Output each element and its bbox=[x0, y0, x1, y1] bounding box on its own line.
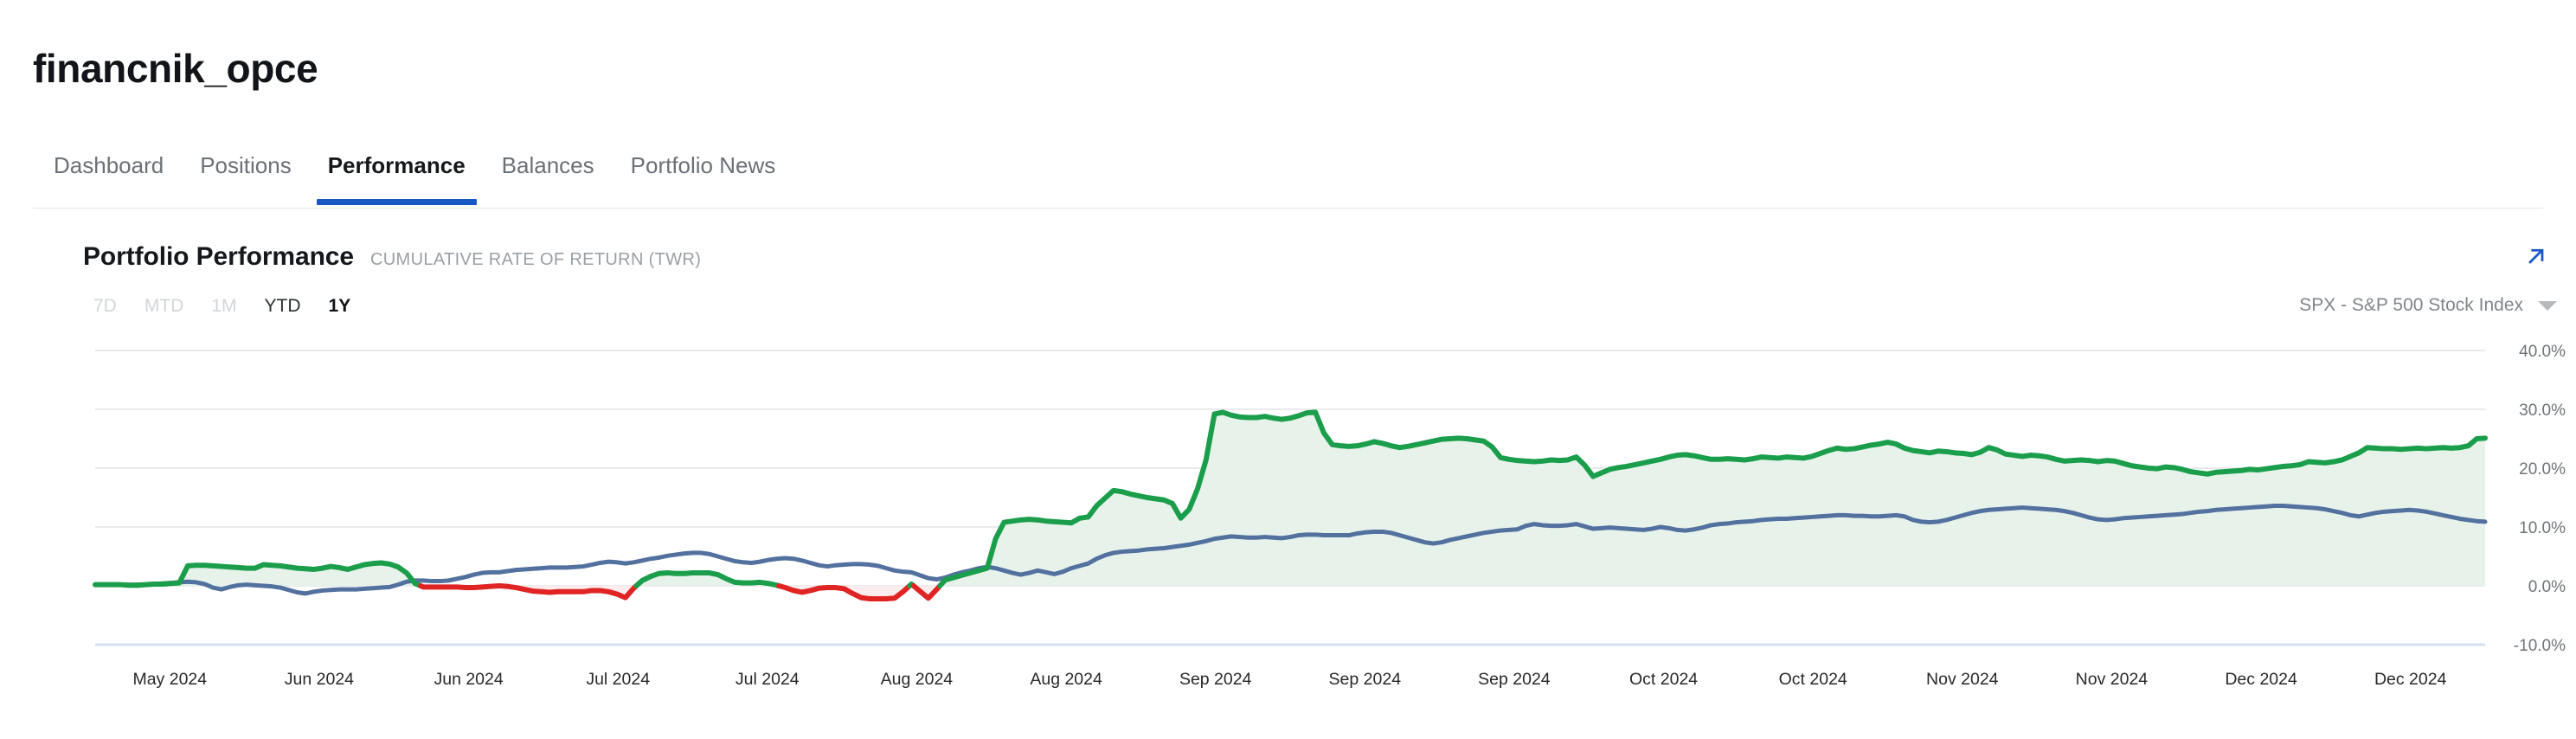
x-axis-tick: Oct 2024 bbox=[1779, 670, 1847, 689]
benchmark-select-value: SPX - S&P 500 Stock Index bbox=[2299, 295, 2523, 316]
chart-subtitle: CUMULATIVE RATE OF RETURN (TWR) bbox=[370, 250, 701, 270]
performance-chart-svg: 40.0% 30.0% 20.0% 10.0% 0.0% -10.0% May 2024 Ju… bbox=[0, 333, 2576, 697]
x-axis-tick: Dec 2024 bbox=[2374, 670, 2447, 689]
chart-title: Portfolio Performance bbox=[83, 242, 354, 272]
x-axis-tick: Nov 2024 bbox=[1926, 670, 1999, 689]
y-axis-tick: 40.0% bbox=[2519, 343, 2566, 361]
x-axis-tick: Jun 2024 bbox=[285, 670, 354, 689]
period-button-7d[interactable]: 7D bbox=[80, 294, 131, 318]
tab-balances[interactable]: Balances bbox=[484, 147, 613, 205]
x-axis-tick: Sep 2024 bbox=[1179, 670, 1252, 689]
tab-bar: DashboardPositionsPerformanceBalancesPor… bbox=[33, 147, 793, 208]
x-axis-tick: Jul 2024 bbox=[586, 670, 650, 689]
period-button-1m[interactable]: 1M bbox=[197, 294, 250, 318]
portfolio-area-fill bbox=[940, 412, 2485, 586]
x-axis-tick: Sep 2024 bbox=[1329, 670, 1402, 689]
x-axis-tick: Oct 2024 bbox=[1629, 670, 1698, 689]
y-axis-tick: 0.0% bbox=[2528, 578, 2566, 596]
tab-portfolio-news[interactable]: Portfolio News bbox=[613, 147, 794, 205]
x-axis-tick: Sep 2024 bbox=[1478, 670, 1551, 689]
tab-dashboard[interactable]: Dashboard bbox=[33, 147, 182, 205]
period-button-1y[interactable]: 1Y bbox=[315, 294, 365, 318]
x-axis-tick: Jul 2024 bbox=[736, 670, 800, 689]
x-axis-tick: Jun 2024 bbox=[434, 670, 503, 689]
period-selector: 7DMTD1MYTD1Y bbox=[80, 294, 364, 318]
chevron-down-icon bbox=[2538, 301, 2557, 311]
benchmark-select[interactable]: SPX - S&P 500 Stock Index bbox=[2299, 295, 2557, 316]
performance-chart[interactable]: 40.0% 30.0% 20.0% 10.0% 0.0% -10.0% May 2024 Ju… bbox=[0, 333, 2576, 697]
portfolio-line bbox=[421, 586, 499, 588]
y-axis-tick: -10.0% bbox=[2514, 637, 2566, 655]
tab-bar-divider bbox=[33, 208, 2543, 209]
tab-positions[interactable]: Positions bbox=[182, 147, 310, 205]
tab-performance[interactable]: Performance bbox=[310, 147, 484, 205]
y-axis-tick: 10.0% bbox=[2519, 519, 2566, 537]
y-axis-tick: 30.0% bbox=[2519, 402, 2566, 420]
x-axis-tick: Aug 2024 bbox=[881, 670, 954, 689]
chart-header: Portfolio Performance CUMULATIVE RATE OF… bbox=[83, 242, 701, 272]
expand-chart-button[interactable] bbox=[2519, 239, 2554, 273]
x-axis-tick: Dec 2024 bbox=[2225, 670, 2297, 689]
page-title: financnik_opce bbox=[33, 48, 318, 88]
x-axis-tick: May 2024 bbox=[132, 670, 207, 689]
y-axis-tick: 20.0% bbox=[2519, 460, 2566, 479]
period-button-ytd[interactable]: YTD bbox=[251, 294, 315, 318]
expand-arrow-icon bbox=[2523, 243, 2549, 269]
performance-page: financnik_opce DashboardPositionsPerform… bbox=[0, 0, 2576, 739]
period-button-mtd[interactable]: MTD bbox=[131, 294, 198, 318]
x-axis-tick: Nov 2024 bbox=[2076, 670, 2149, 689]
x-axis-tick: Aug 2024 bbox=[1030, 670, 1102, 689]
